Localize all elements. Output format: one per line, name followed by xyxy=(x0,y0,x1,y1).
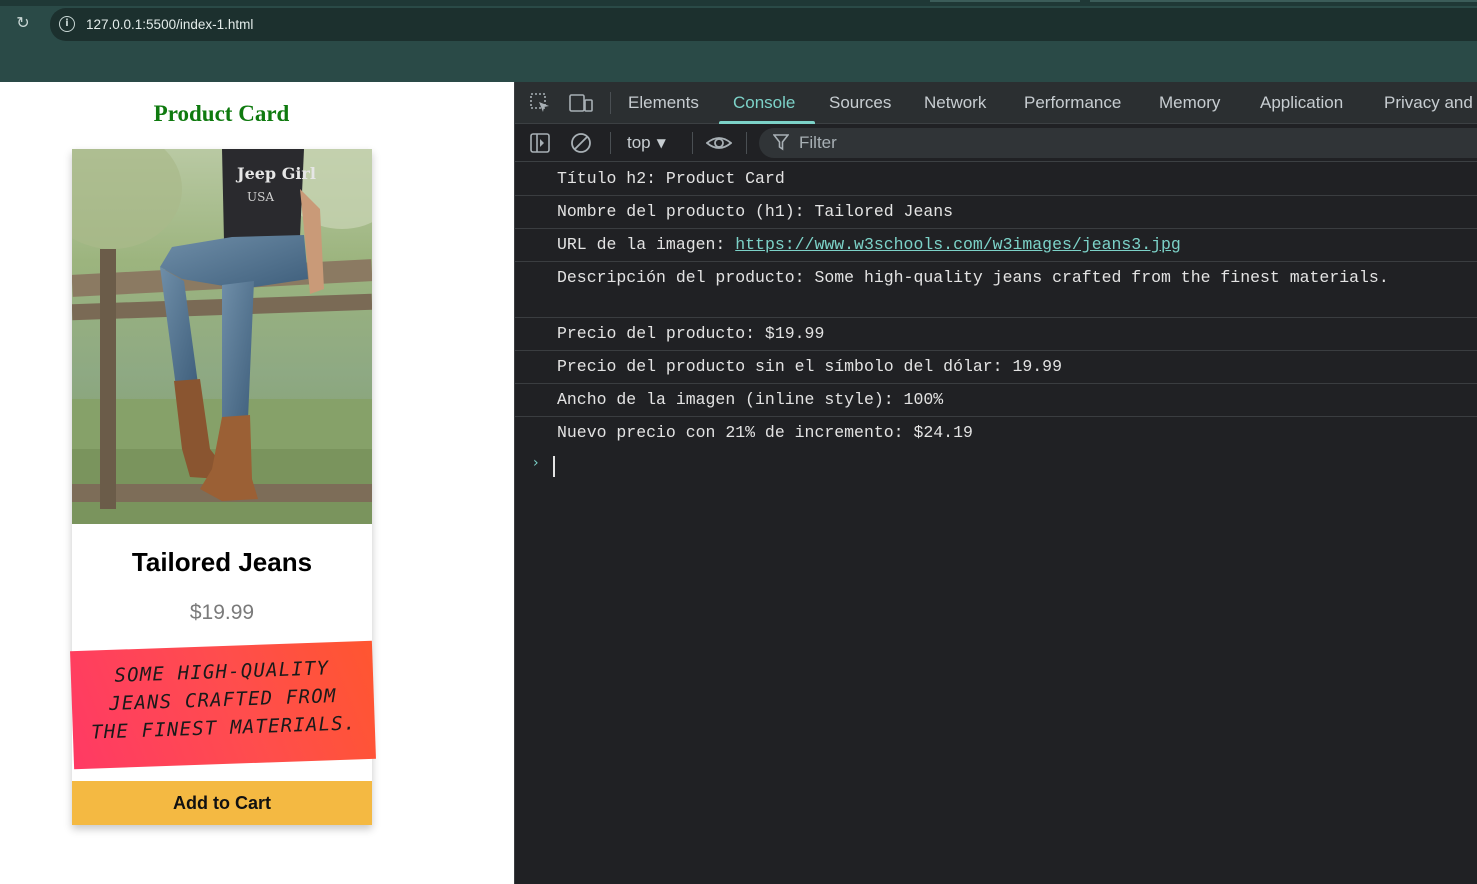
devtools-tabbar: Elements Console Sources Network Perform… xyxy=(515,82,1477,124)
console-log-entry: URL de la imagen: https://www.w3schools.… xyxy=(515,229,1477,262)
tab-performance[interactable]: Performance xyxy=(1024,82,1121,124)
site-info-icon[interactable]: i xyxy=(59,16,75,32)
console-log-entry: Precio del producto sin el símbolo del d… xyxy=(515,351,1477,384)
tab-strip-divider xyxy=(930,0,1080,2)
tab-privacy[interactable]: Privacy and xyxy=(1384,82,1473,124)
clear-console-icon[interactable] xyxy=(569,132,593,154)
context-selector-value: top xyxy=(627,133,651,152)
inspect-element-icon[interactable] xyxy=(528,92,552,114)
add-to-cart-button[interactable]: Add to Cart xyxy=(72,781,372,825)
console-log-entry: Descripción del producto: Some high-qual… xyxy=(515,262,1477,318)
toolbar-separator xyxy=(610,132,611,154)
tabbar-separator xyxy=(610,92,611,114)
console-log-entry: Título h2: Product Card xyxy=(515,163,1477,196)
console-log-entry: Ancho de la imagen (inline style): 100% xyxy=(515,384,1477,417)
product-image: Jeep Girl USA xyxy=(72,149,372,524)
tab-sources[interactable]: Sources xyxy=(829,82,891,124)
console-output: Título h2: Product Card Nombre del produ… xyxy=(515,163,1477,483)
tab-application[interactable]: Application xyxy=(1260,82,1343,124)
tab-elements[interactable]: Elements xyxy=(628,82,699,124)
toolbar-separator xyxy=(746,132,747,154)
device-toolbar-icon[interactable] xyxy=(569,92,593,114)
console-toolbar: top ▼ xyxy=(515,124,1477,162)
product-photo: Jeep Girl USA xyxy=(72,149,372,524)
url-text[interactable]: 127.0.0.1:5500/index-1.html xyxy=(86,16,253,33)
filter-box[interactable] xyxy=(759,128,1477,158)
product-description-box: Some high-quality jeans crafted from the… xyxy=(70,640,376,770)
filter-icon xyxy=(772,132,790,158)
filter-input[interactable] xyxy=(799,132,1099,154)
product-price: $19.99 xyxy=(189,601,255,624)
svg-text:USA: USA xyxy=(247,190,274,204)
page-title: Product Card xyxy=(153,101,290,126)
console-prompt[interactable]: › xyxy=(515,449,1477,483)
tab-console[interactable]: Console xyxy=(733,82,795,124)
tab-strip-divider xyxy=(1090,0,1477,2)
console-log-text: URL de la imagen: xyxy=(557,235,736,254)
console-log-entry: Nuevo precio con 21% de incremento: $24.… xyxy=(557,423,973,442)
prompt-chevron-icon: › xyxy=(533,455,539,471)
tab-network[interactable]: Network xyxy=(924,82,986,124)
reload-icon[interactable]: ↻ xyxy=(12,12,34,34)
image-url-link[interactable]: https://www.w3schools.com/w3images/jeans… xyxy=(735,235,1181,254)
svg-text:Jeep Girl: Jeep Girl xyxy=(235,164,316,183)
browser-chrome: ↻ i 127.0.0.1:5500/index-1.html xyxy=(0,0,1477,82)
product-name: Tailored Jeans xyxy=(131,547,313,577)
context-selector[interactable]: top ▼ xyxy=(627,132,666,154)
chevron-down-icon: ▼ xyxy=(656,136,666,150)
tab-memory[interactable]: Memory xyxy=(1159,82,1220,124)
console-log-entry: Nombre del producto (h1): Tailored Jeans xyxy=(515,196,1477,229)
page-viewport: Product Card Jeep Girl USA Tailored Jean… xyxy=(0,82,514,884)
text-cursor xyxy=(553,456,555,477)
product-card: Jeep Girl USA Tailored Jeans $19.99 Some… xyxy=(70,149,376,825)
devtools-panel: Elements Console Sources Network Perform… xyxy=(514,82,1477,884)
address-bar[interactable]: i 127.0.0.1:5500/index-1.html xyxy=(50,8,1477,41)
console-log-entry: Precio del producto: $19.99 xyxy=(515,318,1477,351)
product-description: Some high-quality jeans crafted from the… xyxy=(90,657,357,744)
toolbar-separator xyxy=(692,132,693,154)
sidebar-toggle-icon[interactable] xyxy=(528,132,552,154)
live-expression-icon[interactable] xyxy=(705,132,733,154)
